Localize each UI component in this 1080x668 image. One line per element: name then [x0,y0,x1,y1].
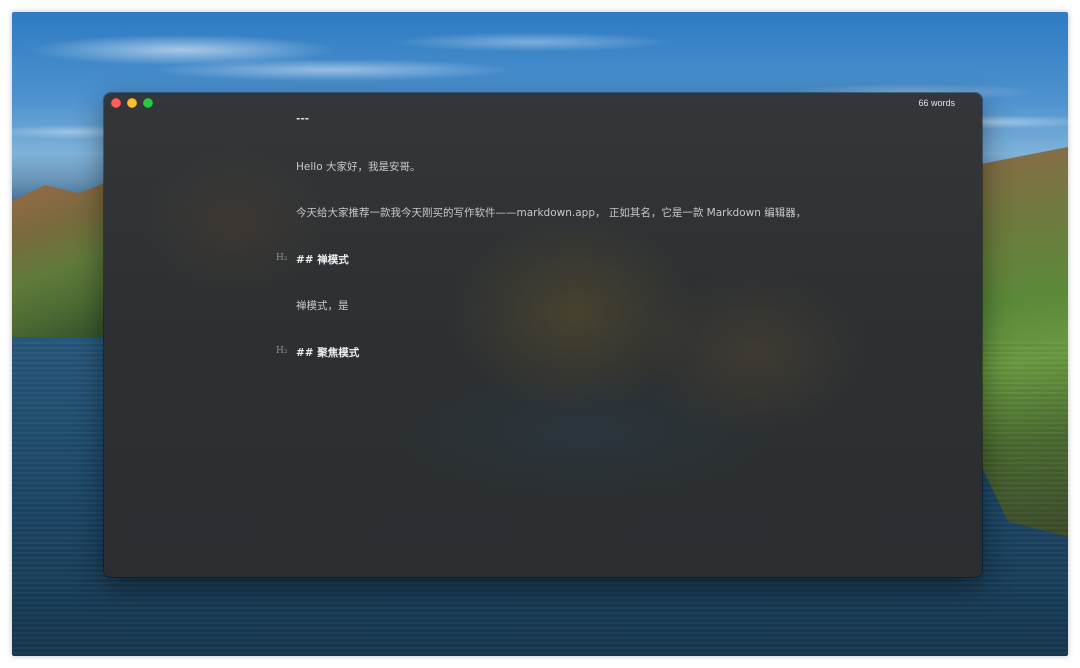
markdown-editor-window: 66 words --- Hello 大家好，我是安哥。 今天给大家推荐一款我今… [104,93,982,577]
paragraph-greeting[interactable]: Hello 大家好，我是安哥。 [296,159,420,174]
heading-zen-mode[interactable]: ## 禅模式 [296,252,349,267]
paragraph-zen-mode[interactable]: 禅模式，是 [296,298,349,313]
heading-level-marker: H₂ [276,253,288,263]
heading-level-marker: H₂ [276,346,288,356]
horizontal-rule-line[interactable]: --- [296,113,309,125]
editor-area[interactable]: --- Hello 大家好，我是安哥。 今天给大家推荐一款我今天刚买的写作软件—… [104,93,982,577]
desktop: 66 words --- Hello 大家好，我是安哥。 今天给大家推荐一款我今… [12,12,1068,656]
paragraph-intro[interactable]: 今天给大家推荐一款我今天刚买的写作软件——markdown.app， 正如其名，… [296,205,806,220]
heading-focus-mode[interactable]: ## 聚焦模式 [296,345,359,360]
